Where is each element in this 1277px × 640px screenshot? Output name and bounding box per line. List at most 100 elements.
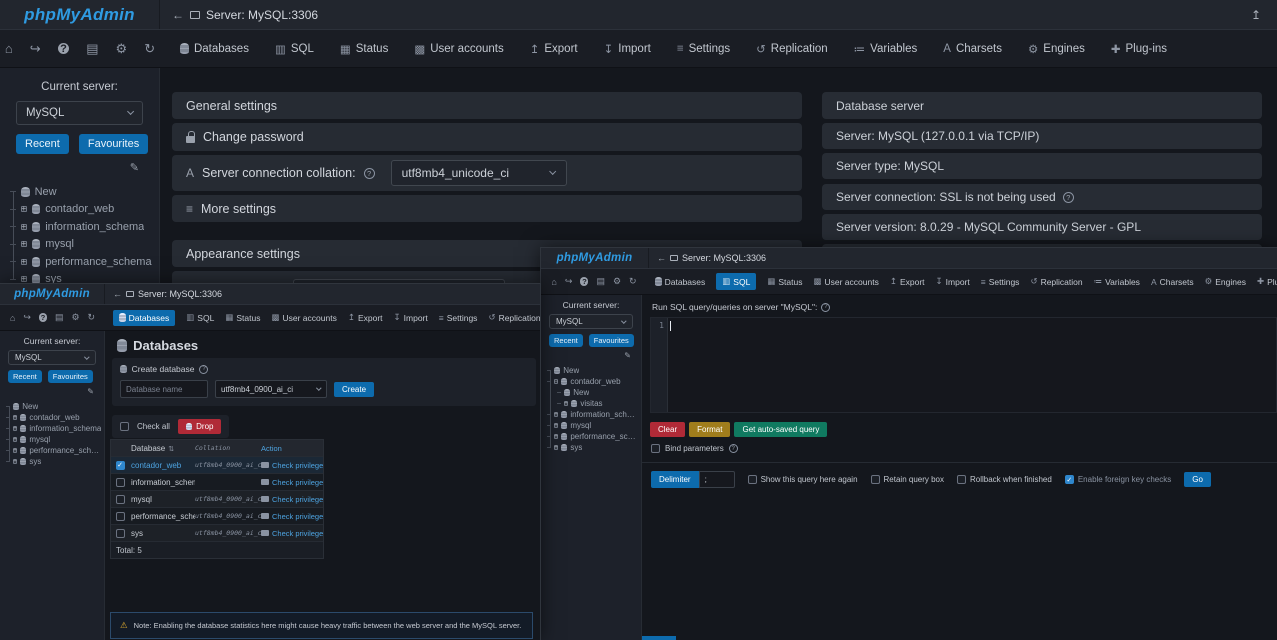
check-privileges-link[interactable]: Check privileges	[261, 461, 323, 470]
tab-databases[interactable]: Databases	[655, 277, 705, 287]
collation-select[interactable]: utf8mb4_unicode_ci	[391, 160, 567, 186]
check-all-checkbox[interactable]	[120, 422, 129, 431]
check-privileges-link[interactable]: Check privileges	[261, 478, 323, 487]
recent-button[interactable]: Recent	[8, 370, 42, 383]
tab-sql[interactable]: ▥SQL	[186, 312, 214, 323]
logout-icon[interactable]: ↪	[23, 312, 31, 323]
help-icon[interactable]: ?	[199, 365, 208, 374]
expand-icon[interactable]: +	[21, 276, 27, 282]
favourites-button[interactable]: Favourites	[79, 134, 148, 154]
clear-button[interactable]: Clear	[650, 422, 685, 437]
tree-item-sys[interactable]: +sys	[547, 442, 639, 453]
column-header-collation[interactable]: Collation	[195, 444, 261, 452]
tab-import[interactable]: ↧Import	[394, 312, 428, 323]
tree-item-contador-web[interactable]: −contador_web	[547, 376, 639, 387]
favourites-button[interactable]: Favourites	[589, 334, 634, 347]
tree-item-sys[interactable]: +sys	[6, 456, 102, 467]
row-checkbox[interactable]: ✓	[116, 461, 125, 470]
column-header-database[interactable]: Database⇅	[129, 444, 195, 453]
tab-status[interactable]: ▦Status	[225, 312, 260, 323]
get-auto-saved-query-button[interactable]: Get auto-saved query	[734, 422, 827, 437]
refresh-icon[interactable]: ↻	[88, 312, 96, 323]
back-arrow-icon[interactable]: ←	[657, 253, 666, 263]
tab-user-accounts[interactable]: ▩User accounts	[271, 312, 336, 323]
tab-settings[interactable]: ≡Settings	[677, 43, 730, 55]
tab-sql[interactable]: ▥SQL	[716, 273, 756, 290]
tab-charsets[interactable]: ACharsets	[1151, 277, 1194, 287]
tab-engines[interactable]: ⚙Engines	[1028, 42, 1085, 56]
sql-editor[interactable]: 1	[650, 317, 1277, 413]
expand-icon[interactable]: +	[13, 448, 17, 452]
tree-item-performance-schema[interactable]: +performance_schema	[547, 431, 639, 442]
create-collation-select[interactable]: utf8mb4_0900_ai_ci	[215, 380, 327, 398]
check-privileges-link[interactable]: Check privileges	[261, 512, 323, 521]
favourites-button[interactable]: Favourites	[48, 370, 93, 383]
pencil-icon[interactable]: ✎	[551, 351, 631, 360]
collapse-icon[interactable]: ↥	[1251, 8, 1261, 22]
database-name-link[interactable]: mysql	[129, 495, 195, 504]
server-select[interactable]: MySQL	[8, 350, 96, 365]
row-checkbox[interactable]	[116, 495, 125, 504]
expand-icon[interactable]: +	[554, 445, 558, 449]
expand-icon[interactable]: +	[564, 401, 568, 405]
check-privileges-link[interactable]: Check privileges	[261, 529, 323, 538]
tab-user-accounts[interactable]: ▩User accounts	[414, 42, 503, 56]
more-settings-panel[interactable]: ≡ More settings	[172, 195, 802, 222]
tab-charsets[interactable]: ACharsets	[943, 43, 1002, 55]
tree-item-performance-schema[interactable]: +performance_schema	[10, 253, 155, 271]
tree-item-mysql[interactable]: +mysql	[6, 434, 102, 445]
help-icon[interactable]: ?	[364, 168, 375, 179]
tree-item-contador-web[interactable]: +contador_web	[10, 201, 155, 219]
tab-replication[interactable]: ↺Replication	[756, 42, 828, 56]
tab-plug-ins[interactable]: ✚Plug-ins	[1257, 276, 1277, 287]
tab-databases[interactable]: Databases	[113, 310, 175, 326]
bind-parameters-checkbox[interactable]	[651, 444, 660, 453]
rollback-when-finished-checkbox[interactable]	[957, 475, 966, 484]
tree-item-mysql[interactable]: +mysql	[547, 420, 639, 431]
enable-foreign-key-checks-checkbox[interactable]: ✓	[1065, 475, 1074, 484]
expand-icon[interactable]: +	[554, 434, 558, 438]
pencil-icon[interactable]: ✎	[20, 161, 139, 174]
tree-item-performance-schema[interactable]: +performance_schema	[6, 445, 102, 456]
tree-item-contador-web[interactable]: +contador_web	[6, 412, 102, 423]
tab-import[interactable]: ↧Import	[604, 42, 651, 56]
expand-icon[interactable]: −	[554, 379, 558, 383]
tab-settings[interactable]: ≡Settings	[439, 313, 478, 323]
logout-icon[interactable]: ↪	[30, 41, 41, 57]
database-name-link[interactable]: performance_schema	[129, 512, 195, 521]
home-icon[interactable]: ⌂	[551, 277, 556, 287]
expand-icon[interactable]: +	[21, 259, 27, 265]
tab-import[interactable]: ↧Import	[936, 276, 970, 287]
tab-export[interactable]: ↥Export	[530, 42, 578, 56]
tab-export[interactable]: ↥Export	[890, 276, 925, 287]
check-privileges-link[interactable]: Check privileges	[261, 495, 323, 504]
recent-button[interactable]: Recent	[549, 334, 583, 347]
docs-icon[interactable]: ▤	[55, 312, 64, 323]
home-icon[interactable]: ⌂	[5, 41, 13, 56]
refresh-icon[interactable]: ↻	[629, 276, 637, 287]
docs-icon[interactable]: ▤	[596, 276, 605, 287]
row-checkbox[interactable]	[116, 529, 125, 538]
row-checkbox[interactable]	[116, 512, 125, 521]
tree-item-information-schema[interactable]: +information_schema	[10, 218, 155, 236]
tree-item-visitas[interactable]: +visitas	[547, 398, 639, 409]
recent-button[interactable]: Recent	[16, 134, 69, 154]
refresh-icon[interactable]: ↻	[144, 41, 155, 57]
info-icon[interactable]: ?	[58, 43, 70, 55]
gear-icon[interactable]: ⚙	[71, 312, 79, 323]
editor-code-area[interactable]	[668, 318, 1276, 412]
change-password-panel[interactable]: Change password	[172, 123, 802, 151]
tree-item-new[interactable]: New	[547, 387, 639, 398]
database-name-link[interactable]: information_schema	[129, 478, 195, 487]
tab-status[interactable]: ▦Status	[340, 42, 388, 56]
expand-icon[interactable]: +	[13, 415, 17, 419]
format-button[interactable]: Format	[689, 422, 730, 437]
tab-status[interactable]: ▦Status	[767, 276, 802, 287]
expand-icon[interactable]: +	[13, 437, 17, 441]
retain-query-box-checkbox[interactable]	[871, 475, 880, 484]
help-icon[interactable]: ?	[729, 444, 738, 453]
home-icon[interactable]: ⌂	[10, 313, 15, 323]
tab-engines[interactable]: ⚙Engines	[1205, 276, 1246, 287]
database-name-link[interactable]: contador_web	[129, 461, 195, 470]
info-icon[interactable]: ?	[580, 277, 588, 285]
